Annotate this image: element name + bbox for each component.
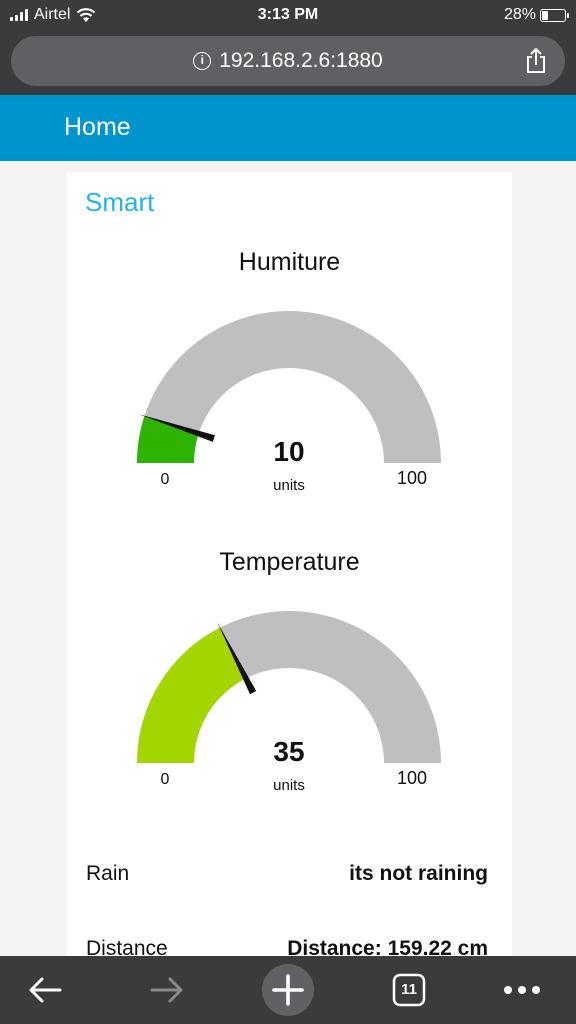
gauge-units: units — [273, 477, 305, 494]
gauge-temperature: 35 units 0 100 — [137, 611, 441, 794]
status-time: 3:13 PM — [257, 6, 319, 23]
gauge-title-humiture: Humiture — [238, 248, 341, 276]
gauge-humiture: 10 units 0 100 — [137, 311, 441, 494]
more-button[interactable] — [500, 966, 544, 1014]
new-tab-icon — [262, 964, 314, 1016]
gauge-min: 0 — [161, 771, 170, 788]
forward-button[interactable] — [144, 966, 190, 1014]
back-icon — [29, 977, 62, 1003]
rain-value: its not raining — [349, 862, 488, 885]
rain-label: Rain — [86, 862, 130, 885]
address-bar[interactable]: i 192.168.2.6:1880 — [11, 36, 565, 86]
status-bar: Airtel 3:13 PM 28% i 192.168.2.6:1880 — [0, 0, 576, 95]
info-icon[interactable]: i — [193, 52, 212, 70]
tabs-button[interactable]: 11 — [392, 966, 426, 1014]
battery-icon — [540, 8, 569, 22]
url-text[interactable]: 192.168.2.6:1880 — [219, 49, 383, 73]
gauge-title-temperature: Temperature — [219, 548, 360, 576]
forward-icon — [150, 977, 183, 1003]
page-title: Home — [64, 113, 131, 141]
gauge-max: 100 — [397, 768, 427, 788]
gauge-value: 10 — [273, 436, 304, 467]
gauge-units: units — [273, 777, 305, 794]
rain-row: Rain its not raining — [86, 862, 488, 886]
browser-toolbar: 11 — [0, 956, 576, 1024]
gauge-value: 35 — [273, 736, 304, 767]
app-header: Home — [0, 95, 576, 161]
new-tab-button[interactable] — [261, 964, 315, 1016]
gauge-min: 0 — [161, 471, 170, 488]
group-title: Smart — [85, 187, 155, 217]
status-right: 28% — [503, 4, 569, 26]
back-button[interactable] — [22, 966, 68, 1014]
more-icon — [504, 986, 540, 994]
tab-count: 11 — [401, 981, 417, 998]
share-icon[interactable] — [525, 48, 547, 74]
gauge-max: 100 — [397, 468, 427, 488]
battery-percent: 28% — [503, 6, 536, 23]
dashboard-group: Smart Humiture 10 units 0 100 Temperatur… — [67, 172, 512, 960]
